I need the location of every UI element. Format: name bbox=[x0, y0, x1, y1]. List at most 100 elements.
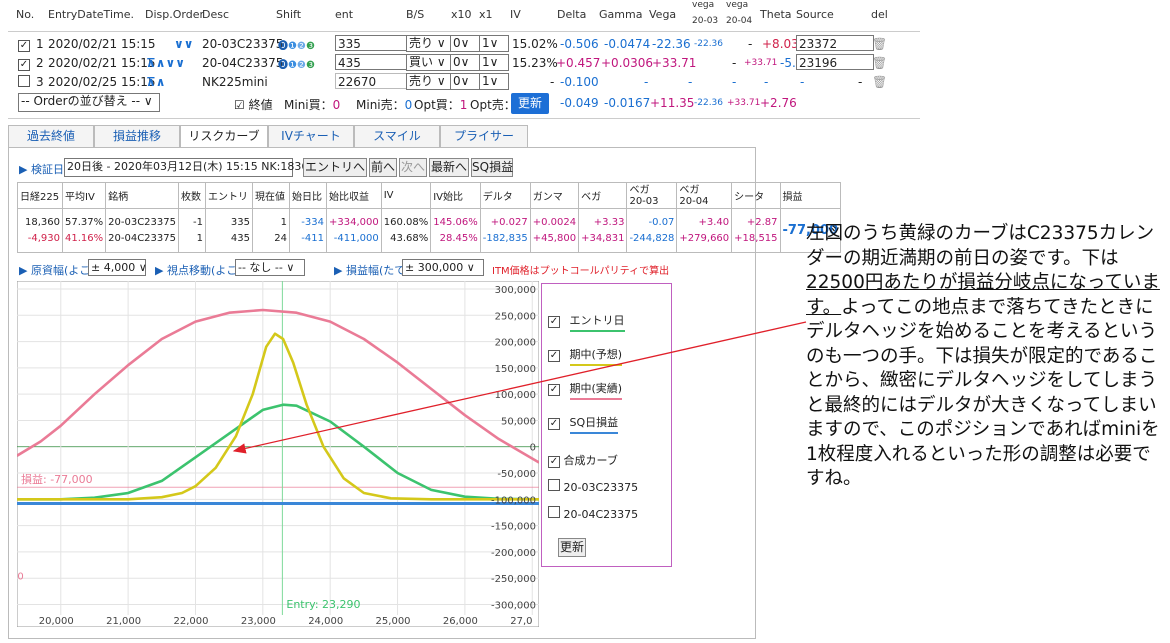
gd-entry: 335 435 bbox=[205, 208, 253, 253]
gh-current: 現在値 bbox=[252, 182, 290, 209]
verify-date-label: ▶ 検証日 bbox=[19, 163, 64, 176]
view-shift-select[interactable]: -- なし -- ∨ bbox=[235, 259, 305, 276]
tab-smile[interactable]: スマイル bbox=[354, 125, 440, 147]
row-1-x10-select[interactable]: 0∨ bbox=[450, 35, 480, 52]
row-1-vega: -22.36 bbox=[652, 37, 691, 51]
view-shift-label: ▶ 視点移動(よこ) bbox=[155, 264, 242, 277]
row-3-ent-input[interactable]: 22670 bbox=[335, 73, 415, 89]
row-3-bs-select[interactable]: 売り ∨ bbox=[406, 73, 452, 90]
col-vega-a: vega bbox=[692, 0, 715, 10]
next-button[interactable]: 次へ bbox=[399, 158, 427, 177]
col-bs: B/S bbox=[406, 8, 425, 21]
row-2-ent-input[interactable]: 435 bbox=[335, 54, 415, 70]
gd-vega-2003: -0.07 -244,828 bbox=[626, 208, 678, 253]
row-3-delete-icon[interactable]: 🗑 bbox=[872, 75, 887, 89]
gd-vega: +3.33 +34,831 bbox=[578, 208, 628, 253]
row-2-vega: +33.71 bbox=[652, 56, 697, 70]
tab-iv-chart[interactable]: IVチャート bbox=[268, 125, 354, 147]
row-3-no: 3 bbox=[36, 75, 44, 89]
sq-pl-button[interactable]: SQ損益 bbox=[471, 158, 513, 177]
prev-button[interactable]: 前へ bbox=[369, 158, 397, 177]
row-3-gamma: - bbox=[644, 75, 649, 89]
summary-update-button[interactable]: 更新 bbox=[511, 93, 549, 114]
tab-risk-curve[interactable]: リスクカーブ bbox=[180, 125, 268, 148]
row-1-source-input[interactable]: 23372 bbox=[796, 35, 874, 51]
legend-update-button[interactable]: 更新 bbox=[558, 538, 586, 557]
legend-item-20-04[interactable]: 20-04C23375 bbox=[548, 506, 638, 521]
mini-buy-label: Mini買：0 bbox=[284, 98, 341, 112]
row-1-vega-2003: -22.36 bbox=[694, 39, 724, 49]
row-3-x1-select[interactable]: 1∨ bbox=[479, 73, 509, 90]
col-x10: x10 bbox=[451, 8, 472, 21]
row-2-delete-icon[interactable]: 🗑 bbox=[872, 56, 887, 70]
row-1-bs-select[interactable]: 売り ∨ bbox=[406, 35, 452, 52]
col-theta: Theta bbox=[760, 8, 792, 21]
legend-item-20-03[interactable]: 20-03C23375 bbox=[548, 479, 638, 494]
row-1-desc: 20-03C23375 bbox=[202, 37, 284, 51]
verify-date-select[interactable]: 20日後 - 2020年03月12日(木) 15:15 NK:18360 ∨ bbox=[64, 158, 327, 177]
row-1-delta: -0.506 bbox=[560, 37, 599, 51]
col-delta: Delta bbox=[557, 8, 587, 21]
row-2-vega-2003: - bbox=[732, 56, 737, 70]
col-entry-date: EntryDateTime. bbox=[48, 8, 134, 21]
row-3-checkbox[interactable] bbox=[18, 75, 30, 87]
gh-pl: 始比収益 bbox=[326, 182, 382, 209]
summary-row: -- Orderの並び替え -- ∨ ☑ 終値 Mini買：0 Mini売：0 … bbox=[16, 93, 916, 114]
y-tick-label: -100,000 bbox=[491, 495, 536, 506]
row-3-iv: - bbox=[550, 75, 555, 89]
pl-range-select[interactable]: ± 300,000 ∨ bbox=[402, 259, 484, 276]
row-1-ent-input[interactable]: 335 bbox=[335, 35, 415, 51]
legend-item-combined[interactable]: ✓ 合成カーブ bbox=[548, 452, 618, 468]
mini-sell-label: Mini売：0 bbox=[356, 98, 413, 112]
legend-item-entry-day[interactable]: ✓ エントリ日 bbox=[548, 312, 625, 332]
y-tick-label: -250,000 bbox=[491, 574, 536, 585]
col-gamma: Gamma bbox=[599, 8, 643, 21]
y-tick-label: 250,000 bbox=[495, 311, 536, 322]
row-1-order-down-icon[interactable]: ∨∨ bbox=[174, 37, 194, 51]
left-edge-label: 50 bbox=[17, 572, 24, 583]
row-1-x1-select[interactable]: 1∨ bbox=[479, 35, 509, 52]
y-tick-label: -50,000 bbox=[497, 469, 536, 480]
greeks-header-row: 日経225 平均IV 銘柄 枚数 エントリ 現在値 始日比 始比収益 IV IV… bbox=[17, 182, 842, 209]
row-2-order-icons[interactable]: ⊼∧∨∨ bbox=[146, 56, 185, 70]
legend-item-forecast[interactable]: ✓ 期中(予想) bbox=[548, 346, 623, 366]
commentary-note: 左図のうち黄緑のカーブはC23375カレンダーの期近満期の前日の姿です。下は22… bbox=[806, 222, 1160, 492]
row-2-checkbox[interactable]: ✓ bbox=[18, 59, 30, 71]
row-1-shift-icons[interactable]: ⓿❶❷❸ bbox=[278, 37, 315, 52]
final-price-checkbox[interactable]: ☑ 終値 bbox=[234, 96, 273, 113]
row-1-delete-icon[interactable]: 🗑 bbox=[872, 37, 887, 51]
row-2-shift-icons[interactable]: ⓿❶❷❸ bbox=[278, 56, 315, 71]
h-range-select[interactable]: ± 4,000 ∨ bbox=[88, 259, 147, 276]
legend-item-sq-pl[interactable]: ✓ SQ日損益 bbox=[548, 414, 619, 434]
col-ent: ent bbox=[335, 8, 354, 21]
row-3-x10-select[interactable]: 0∨ bbox=[450, 73, 480, 90]
tab-pricer[interactable]: プライサー bbox=[440, 125, 528, 147]
row-2-source-input[interactable]: 23196 bbox=[796, 54, 874, 70]
itm-note: ITM価格はプットコールパリティで算出 bbox=[492, 266, 670, 277]
row-2-x10-select[interactable]: 0∨ bbox=[450, 54, 480, 71]
order-sort-select[interactable]: -- Orderの並び替え -- ∨ bbox=[18, 93, 160, 112]
entry-button[interactable]: エントリへ bbox=[303, 158, 367, 177]
greeks-table: 日経225 平均IV 銘柄 枚数 エントリ 現在値 始日比 始比収益 IV IV… bbox=[17, 182, 842, 253]
gh-entry: エントリ bbox=[205, 182, 253, 209]
y-tick-label: -150,000 bbox=[491, 522, 536, 533]
y-tick-label: -200,000 bbox=[491, 548, 536, 559]
row-1-vega-2004: - bbox=[748, 37, 753, 51]
row-2-bs-select[interactable]: 買い ∨ bbox=[406, 54, 452, 71]
tab-past-close[interactable]: 過去終値 bbox=[8, 125, 94, 147]
gd-change: -334 -411 bbox=[289, 208, 327, 253]
row-3-order-up-icon[interactable]: ⊼∧ bbox=[146, 75, 166, 89]
tab-pl-history[interactable]: 損益推移 bbox=[94, 125, 180, 147]
col-desc: Desc bbox=[202, 8, 230, 21]
opt-buy-label: Opt買：1 bbox=[414, 98, 468, 112]
gd-theta: +2.87 +18,515 bbox=[731, 208, 781, 253]
row-2-x1-select[interactable]: 1∨ bbox=[479, 54, 509, 71]
latest-button[interactable]: 最新へ bbox=[429, 158, 469, 177]
row-1-checkbox[interactable]: ✓ bbox=[18, 40, 30, 52]
x-tick-label: 24,000 bbox=[308, 616, 343, 627]
pl-label: 損益: -77,000 bbox=[21, 472, 93, 486]
x-tick-label: 20,000 bbox=[39, 616, 74, 627]
legend-item-actual[interactable]: ✓ 期中(実績) bbox=[548, 380, 623, 400]
summary-vega-2003: -22.36 bbox=[694, 98, 724, 108]
row-2-delta: +0.457 bbox=[556, 56, 601, 70]
